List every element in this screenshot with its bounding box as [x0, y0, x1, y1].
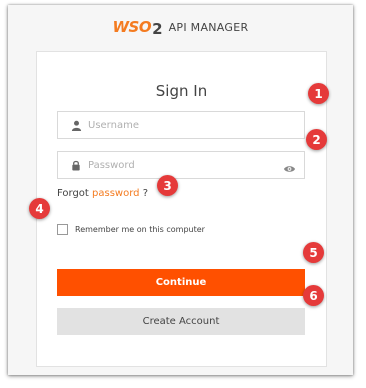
callout-badge-5: 5 — [303, 242, 324, 263]
product-name: API MANAGER — [168, 20, 249, 34]
callout-badge-6: 6 — [303, 285, 324, 306]
remember-me-label: Remember me on this computer — [75, 225, 205, 234]
callout-badge-3: 3 — [157, 175, 178, 196]
lock-icon — [66, 160, 86, 171]
password-input[interactable] — [86, 159, 268, 171]
continue-button[interactable]: Continue — [57, 269, 305, 296]
forgot-password-row: Forgot password ? — [57, 188, 148, 199]
user-icon — [66, 120, 86, 131]
username-input[interactable] — [86, 119, 268, 131]
page-title: Sign In — [155, 82, 208, 100]
forgot-password-link[interactable]: password — [92, 188, 139, 199]
forgot-prefix: Forgot — [57, 188, 89, 199]
logo-wso-text: WSO — [112, 18, 152, 36]
callout-badge-2: 2 — [306, 129, 327, 150]
logo-two-text: 2 — [152, 20, 163, 38]
password-field[interactable] — [57, 151, 305, 179]
sign-in-card: Sign In Username Forgot password ? Remem… — [36, 51, 327, 367]
forgot-suffix: ? — [142, 188, 149, 199]
remember-me-row[interactable]: Remember me on this computer — [57, 224, 205, 235]
remember-me-checkbox[interactable] — [57, 224, 68, 235]
create-account-button[interactable]: Create Account — [57, 308, 305, 335]
login-window: WSO 2 API MANAGER Sign In Username Forgo… — [8, 5, 353, 375]
callout-badge-1: 1 — [308, 83, 329, 104]
callout-badge-4: 4 — [29, 198, 50, 219]
header: WSO 2 API MANAGER — [8, 5, 353, 49]
username-field[interactable] — [57, 111, 305, 139]
wso2-logo: WSO 2 API MANAGER — [112, 18, 249, 38]
show-password-icon[interactable] — [283, 159, 296, 178]
